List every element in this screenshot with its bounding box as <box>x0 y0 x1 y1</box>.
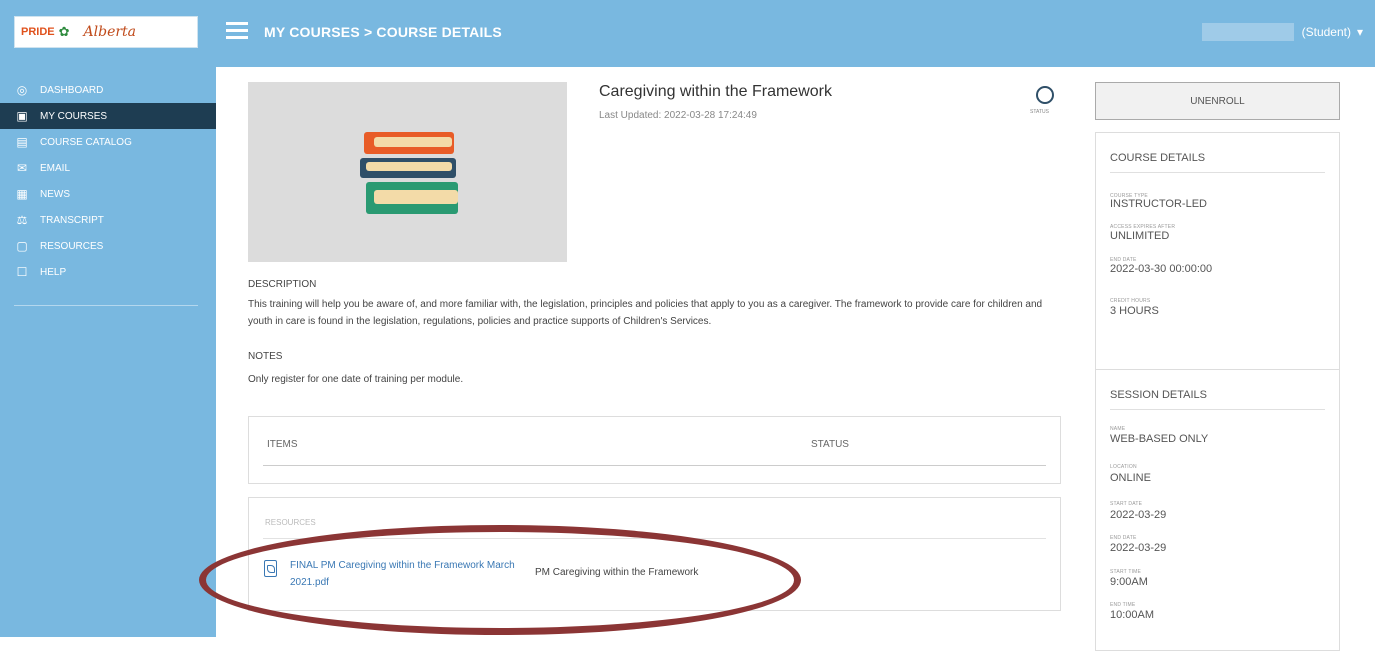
last-updated: Last Updated: 2022-03-28 17:24:49 <box>599 110 757 121</box>
pride-alberta-logo[interactable]: PRIDE ✿ Alberta <box>14 16 198 48</box>
sidebar-item-my-courses[interactable]: ▣ MY COURSES <box>0 103 216 129</box>
field-value: 2022-03-29 <box>1110 509 1167 521</box>
course-details-title: COURSE DETAILS <box>1110 152 1206 164</box>
sidebar-item-news[interactable]: ▦ NEWS <box>0 181 216 207</box>
sidebar-item-transcript[interactable]: ⚖ TRANSCRIPT <box>0 207 216 233</box>
unenroll-button[interactable]: UNENROLL <box>1095 82 1340 120</box>
logo-text-pride: PRIDE <box>21 26 55 38</box>
field-value: 2022-03-30 00:00:00 <box>1110 263 1213 275</box>
course-book-icon: ▣ <box>16 109 28 123</box>
book-pages <box>374 137 452 147</box>
field-value: 3 HOURS <box>1110 305 1159 317</box>
sidebar-item-label: NEWS <box>40 188 70 200</box>
status-circle-icon <box>1036 86 1054 104</box>
field-label: LOCATION <box>1110 464 1137 470</box>
sidebar: ◎ DASHBOARD ▣ MY COURSES ▤ COURSE CATALOG ✉ EMA… <box>0 67 216 637</box>
field-value: UNLIMITED <box>1110 230 1170 242</box>
sidebar-item-label: DASHBOARD <box>40 84 104 96</box>
news-icon: ▦ <box>16 187 28 201</box>
sidebar-divider <box>14 305 198 306</box>
description-text: This training will help you be aware of,… <box>248 299 1043 327</box>
course-details-divider <box>1110 172 1325 173</box>
transcript-chart-icon: ⚖ <box>16 213 28 227</box>
sidebar-item-course-catalog[interactable]: ▤ COURSE CATALOG <box>0 129 216 155</box>
session-details-divider <box>1110 409 1325 410</box>
sidebar-item-help[interactable]: ☐ HELP <box>0 259 216 285</box>
sidebar-item-label: HELP <box>40 266 67 278</box>
chevron-down-icon: ▾ <box>1356 25 1363 39</box>
catalog-icon: ▤ <box>16 135 28 149</box>
sidebar-item-label: EMAIL <box>40 162 71 174</box>
top-bar: PRIDE ✿ Alberta MY COURSES > COURSE DETA… <box>0 0 1375 67</box>
session-details-panel: SESSION DETAILS NAME WEB-BASED ONLY LOCA… <box>1095 369 1340 651</box>
items-divider <box>263 465 1046 466</box>
field-label: START DATE <box>1110 501 1143 507</box>
field-value: 2022-03-29 <box>1110 542 1167 554</box>
resources-icon: ▢ <box>16 239 28 253</box>
status-column-header: STATUS <box>811 439 849 450</box>
sidebar-item-label: TRANSCRIPT <box>40 214 104 226</box>
sidebar-item-label: COURSE CATALOG <box>40 136 132 148</box>
field-label: START TIME <box>1110 569 1142 575</box>
email-icon: ✉ <box>16 161 28 175</box>
highlight-ellipse-annotation <box>199 525 801 635</box>
notes-text: Only register for one date of training p… <box>248 374 464 385</box>
hamburger-menu-icon[interactable] <box>226 22 248 39</box>
field-label: END DATE <box>1110 535 1137 541</box>
resources-header: RESOURCES <box>265 518 316 527</box>
notes-label: NOTES <box>248 351 283 362</box>
items-table: ITEMS STATUS <box>248 416 1061 484</box>
hero-image <box>248 82 567 262</box>
book-middle-pages <box>366 162 452 171</box>
field-value: INSTRUCTOR-LED <box>1110 198 1207 210</box>
course-details-panel: COURSE DETAILS COURSE TYPE INSTRUCTOR-LE… <box>1095 132 1340 383</box>
sidebar-item-label: MY COURSES <box>40 110 108 122</box>
field-value: ONLINE <box>1110 472 1151 484</box>
sidebar-item-label: RESOURCES <box>40 240 104 252</box>
field-value: 10:00AM <box>1110 609 1155 621</box>
field-value: 9:00AM <box>1110 576 1148 588</box>
user-menu[interactable]: (Student) ▾ <box>1201 23 1363 41</box>
dashboard-icon: ◎ <box>16 83 28 97</box>
user-name-redacted <box>1201 23 1294 41</box>
status-caption: STATUS <box>1030 109 1049 115</box>
field-label: NAME <box>1110 426 1126 432</box>
sidebar-item-email[interactable]: ✉ EMAIL <box>0 155 216 181</box>
field-label: CREDIT HOURS <box>1110 298 1151 304</box>
session-details-title: SESSION DETAILS <box>1110 389 1207 401</box>
field-value: WEB-BASED ONLY <box>1110 433 1209 445</box>
field-label: END TIME <box>1110 602 1136 608</box>
book-bottom-pages <box>374 190 458 204</box>
items-column-header: ITEMS <box>267 439 298 450</box>
help-icon: ☐ <box>16 265 28 279</box>
logo-text-alberta: Alberta <box>83 24 137 40</box>
description-label: DESCRIPTION <box>248 279 317 290</box>
course-title: Caregiving within the Framework <box>599 83 832 100</box>
user-role: (Student) <box>1301 25 1351 39</box>
logo-flower-icon: ✿ <box>58 24 70 39</box>
sidebar-item-resources[interactable]: ▢ RESOURCES <box>0 233 216 259</box>
breadcrumb: MY COURSES > COURSE DETAILS <box>264 24 502 40</box>
sidebar-item-dashboard[interactable]: ◎ DASHBOARD <box>0 77 216 103</box>
